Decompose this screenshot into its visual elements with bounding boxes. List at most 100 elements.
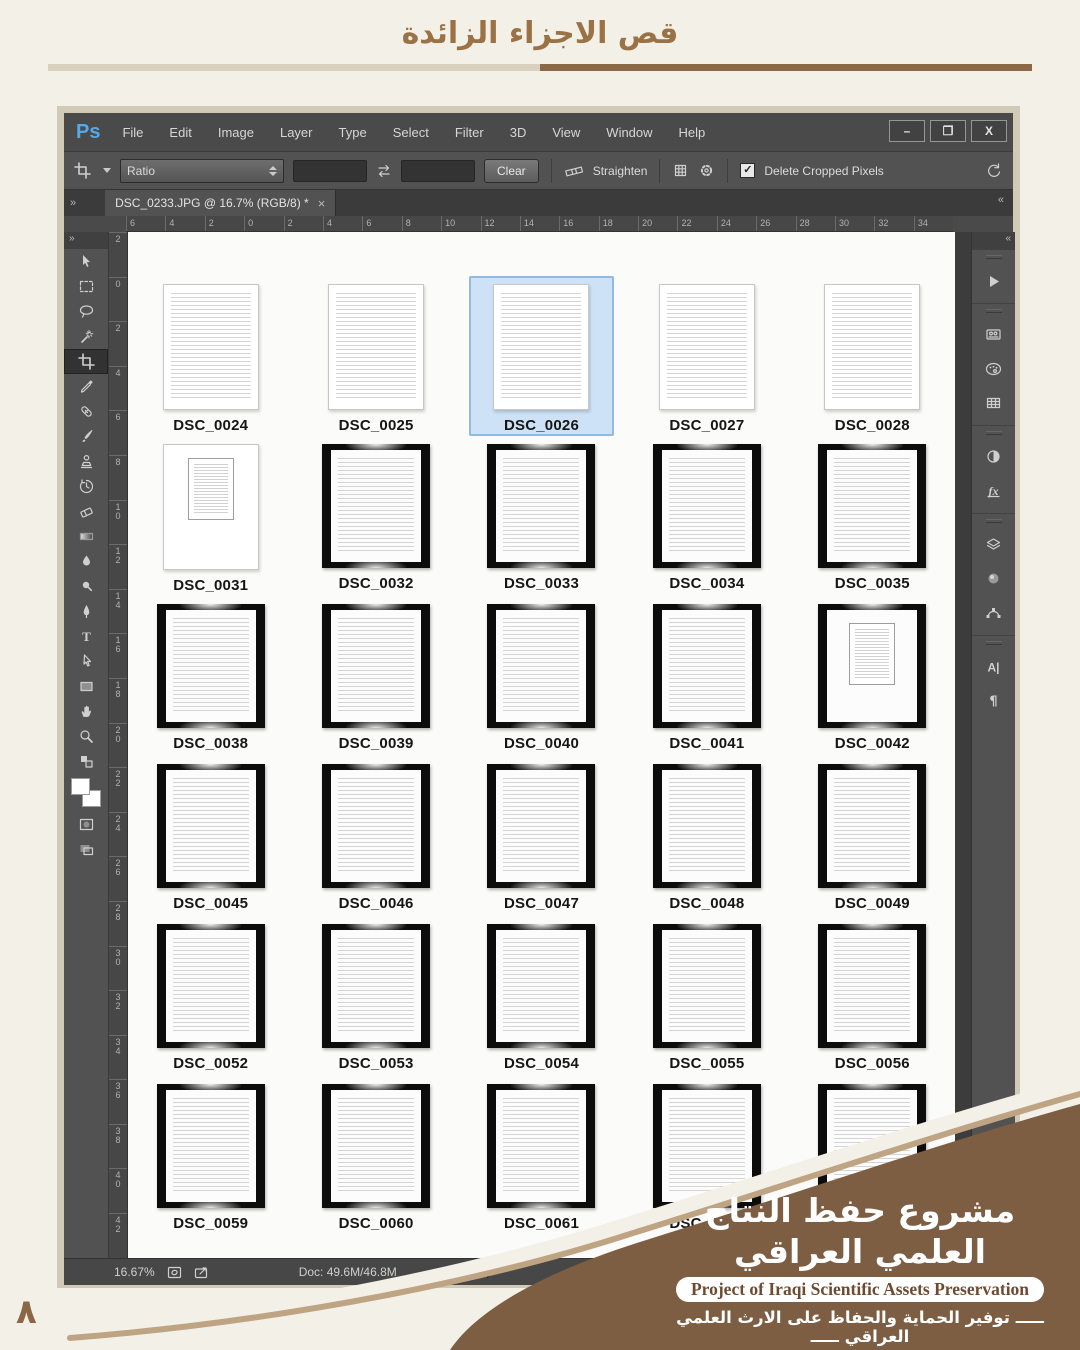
thumbnail-cell-dsc_0039[interactable]: DSC_0039 (303, 596, 448, 756)
magic-wand-tool-icon[interactable] (64, 324, 108, 349)
color-palette-icon[interactable] (972, 352, 1015, 386)
thumbnail-cell-dsc_0032[interactable]: DSC_0032 (303, 436, 448, 596)
pen-tool-icon[interactable] (64, 599, 108, 624)
thumbnail-cell-dsc_0027[interactable]: DSC_0027 (634, 276, 779, 436)
menu-select[interactable]: Select (393, 125, 429, 140)
thumbnail-cell-dsc_0053[interactable]: DSC_0053 (303, 916, 448, 1076)
thumbnail-cell-dsc_0038[interactable]: DSC_0038 (138, 596, 283, 756)
brush-tool-icon[interactable] (64, 424, 108, 449)
page-thumbnail[interactable] (818, 924, 926, 1048)
page-thumbnail[interactable] (322, 1084, 430, 1208)
zoom-tool-icon[interactable] (64, 724, 108, 749)
fx-styles-icon[interactable]: fx (972, 474, 1015, 508)
menu-window[interactable]: Window (606, 125, 652, 140)
panel-collapse-icon[interactable]: « (972, 232, 1015, 249)
page-thumbnail[interactable] (487, 924, 595, 1048)
thumbnail-cell-dsc_0034[interactable]: DSC_0034 (634, 436, 779, 596)
eyedropper-tool-icon[interactable] (64, 374, 108, 399)
thumbnail-cell-dsc_0045[interactable]: DSC_0045 (138, 756, 283, 916)
healing-brush-tool-icon[interactable] (64, 399, 108, 424)
thumbnail-cell-dsc_0026[interactable]: DSC_0026 (469, 276, 614, 436)
history-brush-tool-icon[interactable] (64, 474, 108, 499)
mini-swap-colors-icon[interactable] (64, 749, 108, 774)
layers-icon[interactable] (972, 528, 1015, 562)
quick-mask-mode-icon[interactable] (64, 812, 108, 837)
page-thumbnail[interactable] (157, 764, 265, 888)
page-thumbnail[interactable] (163, 444, 259, 570)
collapse-right-icon[interactable]: « (992, 194, 1009, 206)
clone-stamp-tool-icon[interactable] (64, 449, 108, 474)
toolbar-collapse-icon[interactable]: » (64, 232, 108, 249)
page-thumbnail[interactable] (157, 924, 265, 1048)
status-menu-arrow-icon[interactable] (487, 1266, 495, 1278)
thumbnail-cell-dsc_0040[interactable]: DSC_0040 (469, 596, 614, 756)
page-thumbnail[interactable] (653, 924, 761, 1048)
thumbnail-cell-dsc_0055[interactable]: DSC_0055 (634, 916, 779, 1076)
path-selection-tool-icon[interactable] (64, 649, 108, 674)
menu-3d[interactable]: 3D (510, 125, 527, 140)
thumbnail-cell-dsc_0033[interactable]: DSC_0033 (469, 436, 614, 596)
menu-filter[interactable]: Filter (455, 125, 484, 140)
thumbnail-cell-dsc_0028[interactable]: DSC_0028 (800, 276, 945, 436)
thumbnail-cell-dsc_0041[interactable]: DSC_0041 (634, 596, 779, 756)
page-thumbnail[interactable] (322, 924, 430, 1048)
page-thumbnail[interactable] (818, 604, 926, 728)
delete-cropped-pixels-label[interactable]: Delete Cropped Pixels (764, 164, 883, 178)
thumbnail-cell-dsc_0049[interactable]: DSC_0049 (800, 756, 945, 916)
grid-table-icon[interactable] (972, 386, 1015, 420)
gradient-tool-icon[interactable] (64, 524, 108, 549)
page-thumbnail[interactable] (487, 764, 595, 888)
page-thumbnail[interactable] (653, 444, 761, 568)
menu-image[interactable]: Image (218, 125, 254, 140)
thumbnail-cell-dsc_0035[interactable]: DSC_0035 (800, 436, 945, 596)
thumbnail-cell-dsc_0056[interactable]: DSC_0056 (800, 916, 945, 1076)
thumbnail-cell-dsc_0047[interactable]: DSC_0047 (469, 756, 614, 916)
page-thumbnail[interactable] (818, 444, 926, 568)
swap-values-icon[interactable] (376, 164, 392, 178)
straighten-label[interactable]: Straighten (593, 164, 648, 178)
menu-view[interactable]: View (552, 125, 580, 140)
page-thumbnail[interactable] (157, 1084, 265, 1208)
play-actions-icon[interactable] (972, 264, 1015, 298)
ratio-width-input[interactable] (293, 160, 367, 182)
menu-edit[interactable]: Edit (169, 125, 191, 140)
thumbnail-cell-dsc_0042[interactable]: DSC_0042 (800, 596, 945, 756)
thumbnail-cell-dsc_0046[interactable]: DSC_0046 (303, 756, 448, 916)
paragraph-panel-icon[interactable]: ¶ (972, 684, 1015, 718)
aspect-ratio-select[interactable]: Ratio (120, 159, 284, 183)
thumbnail-cell-dsc_0059[interactable]: DSC_0059 (138, 1076, 283, 1236)
export-icon[interactable] (194, 1266, 209, 1279)
foreground-color[interactable] (71, 778, 90, 795)
gear-icon[interactable] (698, 162, 715, 179)
reset-icon[interactable] (985, 162, 1003, 180)
minimize-button[interactable]: – (889, 120, 925, 142)
hand-tool-icon[interactable] (64, 699, 108, 724)
menu-help[interactable]: Help (679, 125, 706, 140)
thumbnail-cell-dsc_0031[interactable]: DSC_0031 (138, 436, 283, 596)
document-tab[interactable]: DSC_0233.JPG @ 16.7% (RGB/8) * × (105, 190, 336, 216)
page-thumbnail[interactable] (487, 444, 595, 568)
close-button[interactable]: X (971, 120, 1007, 142)
page-thumbnail[interactable] (163, 284, 259, 410)
grid-overlay-icon[interactable] (672, 162, 689, 179)
thumbnail-cell-dsc_0024[interactable]: DSC_0024 (138, 276, 283, 436)
menu-file[interactable]: File (122, 125, 143, 140)
page-thumbnail[interactable] (493, 284, 589, 410)
dodge-tool-icon[interactable] (64, 574, 108, 599)
marquee-tool-icon[interactable] (64, 274, 108, 299)
crop-tool-icon[interactable] (64, 349, 108, 374)
page-thumbnail[interactable] (322, 764, 430, 888)
lasso-tool-icon[interactable] (64, 299, 108, 324)
thumbnail-cell-dsc_0054[interactable]: DSC_0054 (469, 916, 614, 1076)
sphere-channels-icon[interactable] (972, 562, 1015, 596)
page-thumbnail[interactable] (824, 284, 920, 410)
menu-type[interactable]: Type (339, 125, 367, 140)
straighten-icon[interactable] (564, 163, 584, 179)
tab-close-icon[interactable]: × (318, 196, 326, 211)
knobs-device-icon[interactable] (972, 318, 1015, 352)
thumbnail-cell-dsc_0052[interactable]: DSC_0052 (138, 916, 283, 1076)
thumbnail-cell-dsc_0025[interactable]: DSC_0025 (303, 276, 448, 436)
page-thumbnail[interactable] (322, 604, 430, 728)
foreground-background-swatches[interactable] (64, 776, 108, 812)
maximize-button[interactable]: ❐ (930, 120, 966, 142)
